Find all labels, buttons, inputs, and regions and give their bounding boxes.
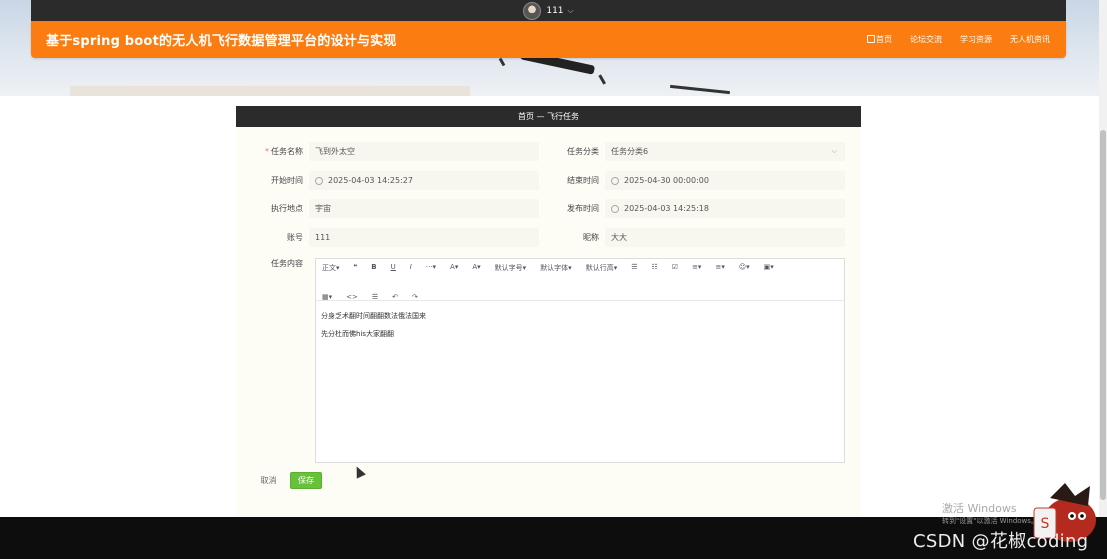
user-bar: 111 ⌵ — [31, 0, 1066, 21]
activate-windows-notice: 激活 Windows 转到"设置"以激活 Windows。 — [942, 503, 1038, 527]
content-line: 先分杜而佛his大家翻翻 — [321, 330, 395, 338]
avatar[interactable] — [523, 1, 542, 20]
redo-icon[interactable]: ↷ — [412, 293, 418, 301]
chevron-down-icon: ⌵ — [831, 147, 837, 155]
line-height-select[interactable]: 默认行高▾ — [586, 263, 618, 273]
rich-text-editor: 正文▾ ❝ B U I ···▾ A▾ A▾ 默认字号▾ 默认字体▾ 默认行高▾… — [315, 258, 845, 463]
breadcrumb: 首页 — 飞行任务 — [236, 106, 861, 127]
publish-time-picker[interactable]: 2025-04-03 14:25:18 — [605, 199, 845, 218]
table-icon[interactable]: ▦▾ — [322, 293, 332, 301]
bullet-list-icon[interactable]: ☰ — [631, 263, 637, 273]
row-nickname: 昵称 大大 — [532, 228, 845, 247]
content-label: 任务内容 — [271, 259, 303, 268]
main-nav: 首页 论坛交流 学习资源 无人机资讯 — [867, 34, 1050, 45]
account-label: 账号 — [287, 233, 303, 242]
task-category-value: 任务分类6 — [611, 147, 649, 156]
cancel-button[interactable]: 取消 — [254, 472, 283, 489]
code-icon[interactable]: <> — [346, 293, 358, 301]
font-family-select[interactable]: 默认字体▾ — [540, 263, 572, 273]
start-time-value: 2025-04-03 14:25:27 — [328, 176, 413, 185]
clock-icon — [611, 204, 619, 213]
end-time-value: 2025-04-30 00:00:00 — [624, 176, 709, 185]
username[interactable]: 111 — [546, 6, 563, 16]
scrollbar-thumb[interactable] — [1100, 130, 1106, 500]
start-time-picker[interactable]: 2025-04-03 14:25:27 — [309, 171, 539, 190]
align-icon[interactable]: ≡▾ — [692, 263, 701, 273]
row-content: 任务内容 — [236, 258, 309, 269]
activate-subtitle: 转到"设置"以激活 Windows。 — [942, 517, 1038, 525]
paragraph-format-button[interactable]: 正文▾ — [322, 263, 340, 273]
todo-icon[interactable]: ☑ — [672, 263, 678, 273]
row-end-time: 结束时间 2025-04-30 00:00:00 — [532, 171, 845, 190]
editor-content[interactable]: 分身乏术翻时间翻翻数法俄法国来 先分杜而佛his大家翻翻 — [316, 301, 844, 349]
task-name-label: * 任务名称 — [265, 147, 303, 156]
content-line: 分身乏术翻时间翻翻数法俄法国来 — [321, 312, 426, 320]
csdn-watermark: CSDN @花椒coding — [913, 531, 1089, 552]
nickname-label: 昵称 — [583, 233, 599, 242]
site-header: 基于spring boot的无人机飞行数据管理平台的设计与实现 首页 论坛交流 … — [31, 21, 1066, 58]
nav-home-label: 首页 — [876, 35, 892, 44]
undo-icon[interactable]: ↶ — [392, 293, 398, 301]
nickname-input[interactable]: 大大 — [605, 228, 845, 247]
more-style-button[interactable]: ···▾ — [426, 263, 436, 273]
clock-icon — [611, 176, 619, 185]
publish-time-value: 2025-04-03 14:25:18 — [624, 204, 709, 213]
hero-base — [70, 86, 470, 96]
site-title: 基于spring boot的无人机飞行数据管理平台的设计与实现 — [46, 34, 397, 49]
account-input[interactable]: 111 — [309, 228, 539, 247]
bold-button[interactable]: B — [371, 263, 376, 273]
underline-button[interactable]: U — [391, 263, 396, 273]
row-location: 执行地点 宇宙 — [236, 199, 539, 218]
font-size-select[interactable]: 默认字号▾ — [495, 263, 527, 273]
save-button[interactable]: 保存 — [290, 472, 322, 489]
location-input[interactable]: 宇宙 — [309, 199, 539, 218]
row-task-name: * 任务名称 飞到外太空 — [236, 142, 539, 161]
nav-home[interactable]: 首页 — [867, 34, 892, 45]
hero-drone-mark-right — [598, 69, 615, 85]
editor-toolbar: 正文▾ ❝ B U I ···▾ A▾ A▾ 默认字号▾ 默认字体▾ 默认行高▾… — [316, 259, 844, 301]
italic-button[interactable]: I — [410, 263, 412, 273]
home-icon — [867, 35, 875, 43]
activate-title: 激活 Windows — [942, 502, 1017, 515]
page-scrollbar[interactable] — [1099, 0, 1107, 517]
nav-learning[interactable]: 学习资源 — [960, 34, 992, 45]
publish-time-label: 发布时间 — [567, 204, 599, 213]
row-publish-time: 发布时间 2025-04-03 14:25:18 — [532, 199, 845, 218]
hero-drone-leg — [670, 84, 730, 95]
row-start-time: 开始时间 2025-04-03 14:25:27 — [236, 171, 539, 190]
location-label: 执行地点 — [271, 204, 303, 213]
end-time-label: 结束时间 — [567, 176, 599, 185]
end-time-picker[interactable]: 2025-04-30 00:00:00 — [605, 171, 845, 190]
indent-icon[interactable]: ≡▾ — [715, 263, 724, 273]
row-account: 账号 111 — [236, 228, 539, 247]
image-icon[interactable]: ▣▾ — [764, 263, 774, 273]
bg-color-button[interactable]: A▾ — [472, 263, 480, 273]
nav-news[interactable]: 无人机资讯 — [1010, 34, 1050, 45]
task-category-select[interactable]: 任务分类6 ⌵ — [605, 142, 845, 161]
chevron-down-icon[interactable]: ⌵ — [568, 6, 574, 16]
quote-button[interactable]: ❝ — [354, 263, 358, 273]
font-color-button[interactable]: A▾ — [450, 263, 458, 273]
row-task-category: 任务分类 任务分类6 ⌵ — [532, 142, 845, 161]
start-time-label: 开始时间 — [271, 176, 303, 185]
divider-icon[interactable]: ☰ — [372, 293, 378, 301]
numbered-list-icon[interactable]: ☷ — [652, 263, 658, 273]
nav-forum[interactable]: 论坛交流 — [910, 34, 942, 45]
clock-icon — [315, 176, 323, 185]
task-category-label: 任务分类 — [567, 147, 599, 156]
task-name-input[interactable]: 飞到外太空 — [309, 142, 539, 161]
emoji-icon[interactable]: ☺▾ — [739, 263, 750, 273]
